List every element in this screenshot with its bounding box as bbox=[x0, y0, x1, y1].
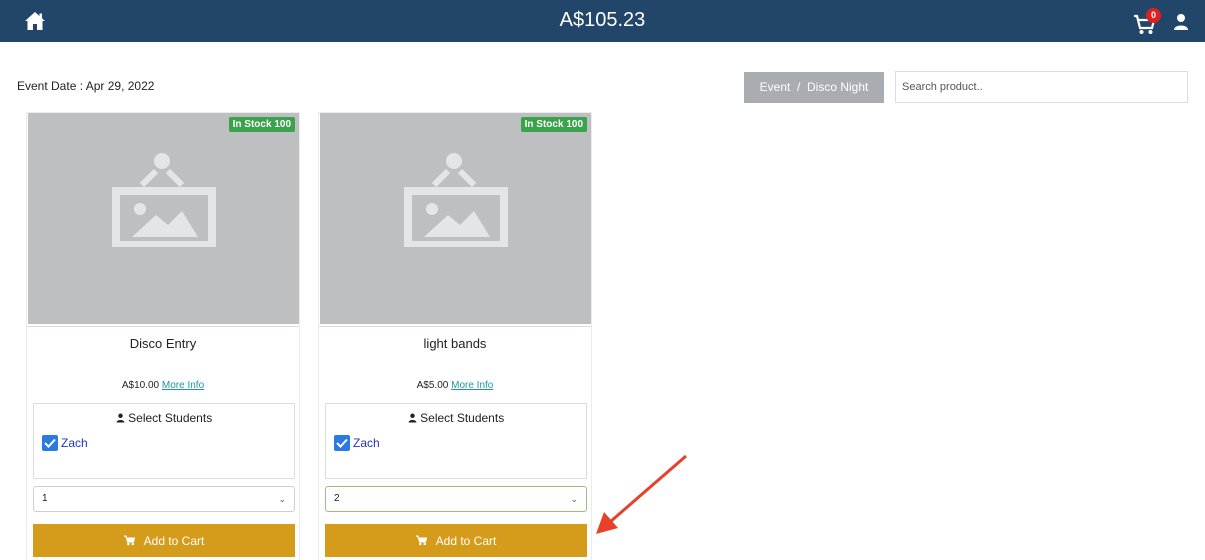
cart-icon bbox=[415, 535, 427, 546]
select-students-heading: Select Students bbox=[326, 411, 586, 425]
more-info-link[interactable]: More Info bbox=[451, 380, 493, 391]
quantity-select[interactable]: 1 ⌄ bbox=[33, 486, 295, 512]
cart-button[interactable]: 0 bbox=[1133, 7, 1163, 37]
quantity-select[interactable]: 2 ⌄ bbox=[325, 486, 587, 512]
annotation-arrow bbox=[596, 454, 687, 534]
product-price: A$10.00 bbox=[121, 380, 160, 391]
product-card: In Stock 100 Disco Entry A$10.00 More In… bbox=[26, 112, 300, 560]
select-students-panel: Select Students Zach bbox=[33, 403, 295, 479]
user-icon bbox=[116, 413, 125, 423]
checkbox[interactable] bbox=[334, 435, 350, 451]
product-image: In Stock 100 bbox=[28, 113, 299, 324]
student-name: Zach bbox=[61, 436, 88, 450]
image-placeholder-icon bbox=[404, 153, 508, 247]
product-name: light bands bbox=[423, 336, 487, 351]
product-card: In Stock 100 light bands A$5.00 More Inf… bbox=[318, 112, 592, 560]
divider bbox=[27, 326, 299, 327]
chevron-down-icon: ⌄ bbox=[570, 494, 578, 504]
check-icon bbox=[336, 438, 348, 448]
select-students-label: Select Students bbox=[128, 411, 213, 425]
add-to-cart-label: Add to Cart bbox=[435, 533, 497, 548]
student-checkbox-zach[interactable]: Zach bbox=[42, 435, 88, 451]
add-to-cart-button[interactable]: Add to Cart bbox=[33, 524, 295, 557]
select-students-heading: Select Students bbox=[34, 411, 294, 425]
student-name: Zach bbox=[353, 436, 380, 450]
account-balance: A$105.23 bbox=[559, 9, 646, 31]
select-students-panel: Select Students Zach bbox=[325, 403, 587, 479]
checkbox[interactable] bbox=[42, 435, 58, 451]
product-image: In Stock 100 bbox=[320, 113, 591, 324]
check-icon bbox=[44, 438, 56, 448]
user-icon[interactable] bbox=[1173, 13, 1189, 31]
quantity-value: 2 bbox=[334, 493, 340, 504]
stock-badge: In Stock 100 bbox=[228, 117, 295, 132]
select-students-label: Select Students bbox=[420, 411, 505, 425]
event-date: Event Date : Apr 29, 2022 bbox=[17, 79, 155, 93]
search-input[interactable] bbox=[895, 71, 1188, 103]
add-to-cart-label: Add to Cart bbox=[143, 533, 205, 548]
chevron-down-icon: ⌄ bbox=[278, 494, 286, 504]
student-checkbox-zach[interactable]: Zach bbox=[334, 435, 380, 451]
cart-icon bbox=[123, 535, 135, 546]
product-price-line: A$10.00 More Info bbox=[27, 380, 299, 391]
product-price-line: A$5.00 More Info bbox=[319, 380, 591, 391]
user-icon bbox=[408, 413, 417, 423]
breadcrumb[interactable]: Event / Disco Night bbox=[744, 72, 884, 103]
divider bbox=[319, 326, 591, 327]
stock-badge: In Stock 100 bbox=[520, 117, 587, 132]
product-name: Disco Entry bbox=[129, 336, 197, 351]
top-navbar: A$105.23 0 bbox=[0, 0, 1205, 42]
image-placeholder-icon bbox=[112, 153, 216, 247]
cart-count-badge: 0 bbox=[1146, 8, 1161, 23]
more-info-link[interactable]: More Info bbox=[162, 380, 204, 391]
product-price: A$5.00 bbox=[416, 380, 449, 391]
quantity-value: 1 bbox=[42, 493, 48, 504]
add-to-cart-button[interactable]: Add to Cart bbox=[325, 524, 587, 557]
